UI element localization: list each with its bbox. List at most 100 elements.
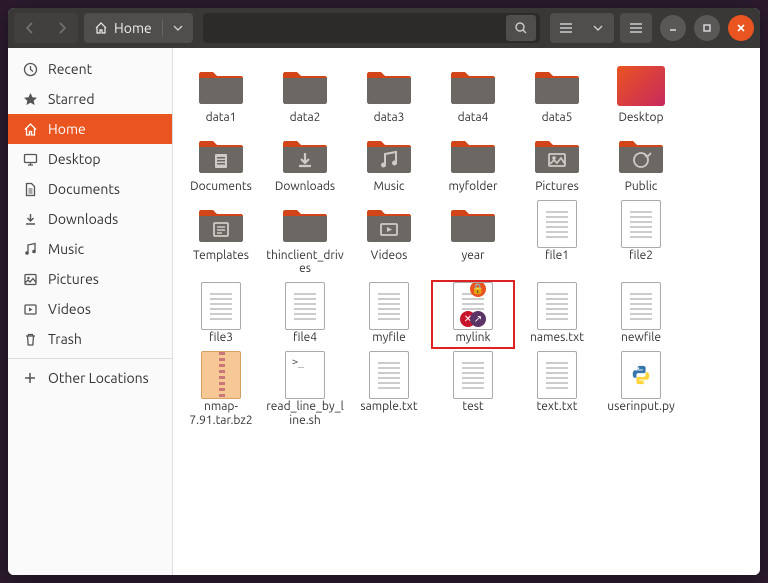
view-options-button[interactable] xyxy=(582,13,614,43)
file-item[interactable]: sample.txt xyxy=(347,349,431,432)
file-label: data2 xyxy=(290,111,321,125)
file-item[interactable]: Pictures xyxy=(515,129,599,198)
forward-button[interactable] xyxy=(46,13,78,43)
sidebar-item-starred[interactable]: Starred xyxy=(8,84,172,114)
sidebar-item-recent[interactable]: Recent xyxy=(8,54,172,84)
file-item[interactable]: myfile xyxy=(347,280,431,349)
file-item[interactable]: Public xyxy=(599,129,683,198)
file-item[interactable]: thinclient_drives xyxy=(263,198,347,281)
lock-emblem-icon: 🔒 xyxy=(470,282,486,297)
file-label: Public xyxy=(625,180,658,194)
maximize-button[interactable] xyxy=(694,15,720,41)
hamburger-menu-button[interactable] xyxy=(620,13,652,43)
folder-icon xyxy=(279,202,331,246)
file-item[interactable]: data3 xyxy=(347,60,431,129)
file-item[interactable]: file1 xyxy=(515,198,599,281)
file-item[interactable]: data1 xyxy=(179,60,263,129)
file-label: mylink xyxy=(455,331,490,345)
text-icon xyxy=(531,202,583,246)
file-label: Templates xyxy=(193,249,249,263)
file-item[interactable]: Desktop xyxy=(599,60,683,129)
list-view-button[interactable] xyxy=(550,13,582,43)
symlink-icon: 🔒✕↗ xyxy=(447,284,499,328)
file-item[interactable]: data5 xyxy=(515,60,599,129)
download-icon xyxy=(22,211,38,227)
file-item[interactable]: newfile xyxy=(599,280,683,349)
sidebar-item-downloads[interactable]: Downloads xyxy=(8,204,172,234)
sidebar-item-label: Documents xyxy=(48,181,120,197)
clock-icon xyxy=(22,61,38,77)
sidebar-item-trash[interactable]: Trash xyxy=(8,324,172,354)
close-button[interactable] xyxy=(728,15,754,41)
location-dropdown[interactable] xyxy=(163,13,193,43)
file-label: myfolder xyxy=(448,180,497,194)
file-label: userinput.py xyxy=(607,400,674,414)
file-view[interactable]: data1 data2 data3 data4 data5 Desktop Document… xyxy=(173,48,760,575)
folder-icon xyxy=(447,202,499,246)
file-label: data5 xyxy=(542,111,573,125)
file-label: thinclient_drives xyxy=(265,249,345,277)
file-item[interactable]: data2 xyxy=(263,60,347,129)
path-bar[interactable] xyxy=(203,13,540,43)
file-label: Downloads xyxy=(275,180,335,194)
file-item[interactable]: Downloads xyxy=(263,129,347,198)
sidebar-item-pictures[interactable]: Pictures xyxy=(8,264,172,294)
script-icon xyxy=(279,353,331,397)
search-button[interactable] xyxy=(506,15,536,41)
text-icon xyxy=(615,202,667,246)
file-manager-window: Home Recent Starred Home Desktop Documents Do… xyxy=(8,8,760,575)
location-bar[interactable]: Home xyxy=(84,13,193,43)
file-item[interactable]: Videos xyxy=(347,198,431,281)
sidebar-item-label: Pictures xyxy=(48,271,99,287)
folder-pic-icon xyxy=(531,133,583,177)
file-item[interactable]: myfolder xyxy=(431,129,515,198)
file-item[interactable]: names.txt xyxy=(515,280,599,349)
folder-icon xyxy=(363,64,415,108)
home-icon xyxy=(22,121,38,137)
sidebar-item-videos[interactable]: Videos xyxy=(8,294,172,324)
file-item[interactable]: data4 xyxy=(431,60,515,129)
file-item[interactable]: 🔒✕↗ mylink xyxy=(431,280,515,349)
sidebar-item-label: Home xyxy=(48,121,86,137)
text-icon xyxy=(363,353,415,397)
minimize-button[interactable] xyxy=(660,15,686,41)
file-item[interactable]: Music xyxy=(347,129,431,198)
file-item[interactable]: year xyxy=(431,198,515,281)
file-item[interactable]: file3 xyxy=(179,280,263,349)
folder-icon xyxy=(279,64,331,108)
file-item[interactable]: read_line_by_line.sh xyxy=(263,349,347,432)
sidebar-item-documents[interactable]: Documents xyxy=(8,174,172,204)
sidebar-other-locations[interactable]: Other Locations xyxy=(8,363,172,393)
file-label: year xyxy=(461,249,484,263)
sidebar-item-desktop[interactable]: Desktop xyxy=(8,144,172,174)
file-label: data3 xyxy=(374,111,405,125)
file-item[interactable]: text.txt xyxy=(515,349,599,432)
symlink-emblem-icon: ↗ xyxy=(470,311,486,327)
sidebar-item-music[interactable]: Music xyxy=(8,234,172,264)
file-label: Videos xyxy=(371,249,408,263)
python-icon xyxy=(615,353,667,397)
file-item[interactable]: Templates xyxy=(179,198,263,281)
music-icon xyxy=(22,241,38,257)
folder-tpl-icon xyxy=(195,202,247,246)
file-item[interactable]: Documents xyxy=(179,129,263,198)
archive-icon xyxy=(195,353,247,397)
file-label: Pictures xyxy=(535,180,579,194)
file-item[interactable]: nmap-7.91.tar.bz2 xyxy=(179,349,263,432)
file-label: text.txt xyxy=(537,400,578,414)
sidebar-item-label: Starred xyxy=(48,91,95,107)
back-button[interactable] xyxy=(14,13,46,43)
sidebar-item-home[interactable]: Home xyxy=(8,114,172,144)
file-label: Documents xyxy=(190,180,252,194)
file-item[interactable]: file4 xyxy=(263,280,347,349)
sidebar-item-label: Other Locations xyxy=(48,370,149,386)
folder-public-icon xyxy=(615,133,667,177)
file-item[interactable]: userinput.py xyxy=(599,349,683,432)
folder-icon xyxy=(195,64,247,108)
folder-vid-icon xyxy=(363,202,415,246)
file-label: data1 xyxy=(206,111,237,125)
doc-icon xyxy=(22,181,38,197)
file-item[interactable]: file2 xyxy=(599,198,683,281)
folder-icon xyxy=(531,64,583,108)
file-item[interactable]: test xyxy=(431,349,515,432)
